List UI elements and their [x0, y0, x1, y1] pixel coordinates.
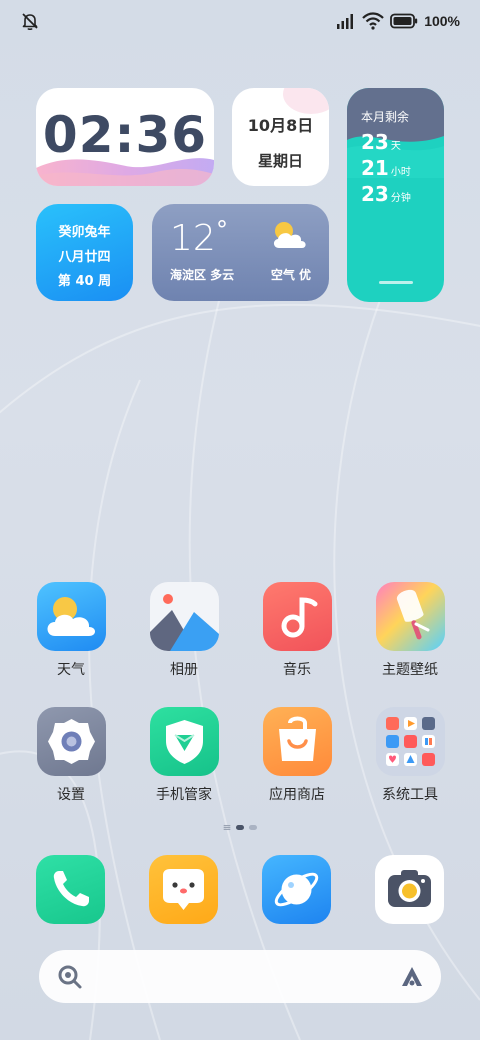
days-value: 23 [361, 130, 389, 154]
minutes-remaining: 23 分钟 [361, 182, 411, 206]
battery-percent: 100% [424, 13, 460, 29]
search-icon [58, 965, 82, 989]
app-label: 相册 [170, 662, 198, 678]
app-themes[interactable]: 主题壁纸 [360, 582, 460, 679]
assistant-icon[interactable] [399, 964, 425, 990]
hours-remaining: 21 小时 [361, 156, 411, 180]
browser-icon[interactable] [262, 855, 331, 924]
app-label: 应用商店 [269, 787, 325, 803]
weather-temperature: 12 [170, 218, 216, 259]
security-icon [149, 707, 219, 776]
wifi-icon [362, 12, 384, 30]
bell-off-icon [22, 13, 38, 31]
partly-cloudy-icon [273, 222, 306, 248]
hours-unit: 小时 [390, 167, 411, 178]
weather-icon [36, 582, 106, 651]
app-label: 音乐 [283, 662, 311, 678]
camera-icon[interactable] [375, 855, 444, 924]
week-number: 第 40 周 [57, 274, 112, 289]
minutes-value: 23 [361, 182, 389, 206]
messages-icon[interactable] [149, 855, 218, 924]
phone-icon[interactable] [36, 855, 105, 924]
app-label: 天气 [57, 662, 85, 678]
date-widget[interactable]: 10月8日 星期日 [232, 88, 329, 186]
date-text: 10月8日 [247, 116, 314, 135]
lunar-day: 八月廿四 [58, 250, 111, 265]
month-remaining-label: 本月剩余 [361, 110, 410, 124]
battery-icon [390, 13, 418, 29]
app-gallery[interactable]: 相册 [134, 582, 234, 679]
search-bar[interactable] [39, 950, 441, 1003]
lunar-year: 癸卯兔年 [58, 225, 111, 240]
weather-location: 海淀区 多云 [170, 268, 235, 282]
app-security[interactable]: 手机管家 [134, 707, 234, 804]
hours-value: 21 [361, 156, 389, 180]
tools-folder-icon [375, 707, 445, 776]
app-label: 主题壁纸 [382, 662, 438, 678]
clock-widget[interactable]: 02:36 [36, 88, 214, 186]
page-dot-active[interactable] [236, 825, 244, 830]
signal-icon [337, 14, 354, 29]
app-store-icon [262, 707, 332, 776]
app-label: 设置 [57, 787, 85, 803]
month-widget-handle [379, 281, 413, 284]
days-remaining: 23 天 [361, 130, 401, 154]
app-weather[interactable]: 天气 [21, 582, 121, 679]
settings-icon [36, 707, 106, 776]
themes-icon [375, 582, 445, 651]
folder-system-tools[interactable]: 系统工具 [360, 707, 460, 804]
date-decoration [283, 88, 329, 114]
app-label: 系统工具 [382, 787, 438, 803]
music-icon [262, 582, 332, 651]
app-label: 手机管家 [156, 787, 212, 803]
app-store[interactable]: 应用商店 [247, 707, 347, 804]
clock-wave-decoration [36, 158, 214, 186]
month-remaining-widget[interactable]: 本月剩余 23 天 21 小时 23 分钟 [347, 88, 444, 302]
weather-widget[interactable]: 12 ° 海淀区 多云 空气 优 [152, 204, 329, 301]
app-music[interactable]: 音乐 [247, 582, 347, 679]
gallery-icon [149, 582, 219, 651]
minutes-unit: 分钟 [390, 193, 411, 204]
page-menu-icon [223, 825, 231, 830]
air-quality: 空气 优 [270, 268, 311, 282]
days-unit: 天 [390, 141, 401, 152]
page-dot[interactable] [249, 825, 257, 830]
degree-symbol: ° [216, 216, 228, 244]
lunar-calendar-widget[interactable]: 癸卯兔年 八月廿四 第 40 周 [36, 204, 133, 301]
status-bar: 100% [0, 0, 480, 44]
app-settings[interactable]: 设置 [21, 707, 121, 804]
weekday-text: 星期日 [257, 152, 303, 170]
page-indicator [0, 825, 480, 830]
